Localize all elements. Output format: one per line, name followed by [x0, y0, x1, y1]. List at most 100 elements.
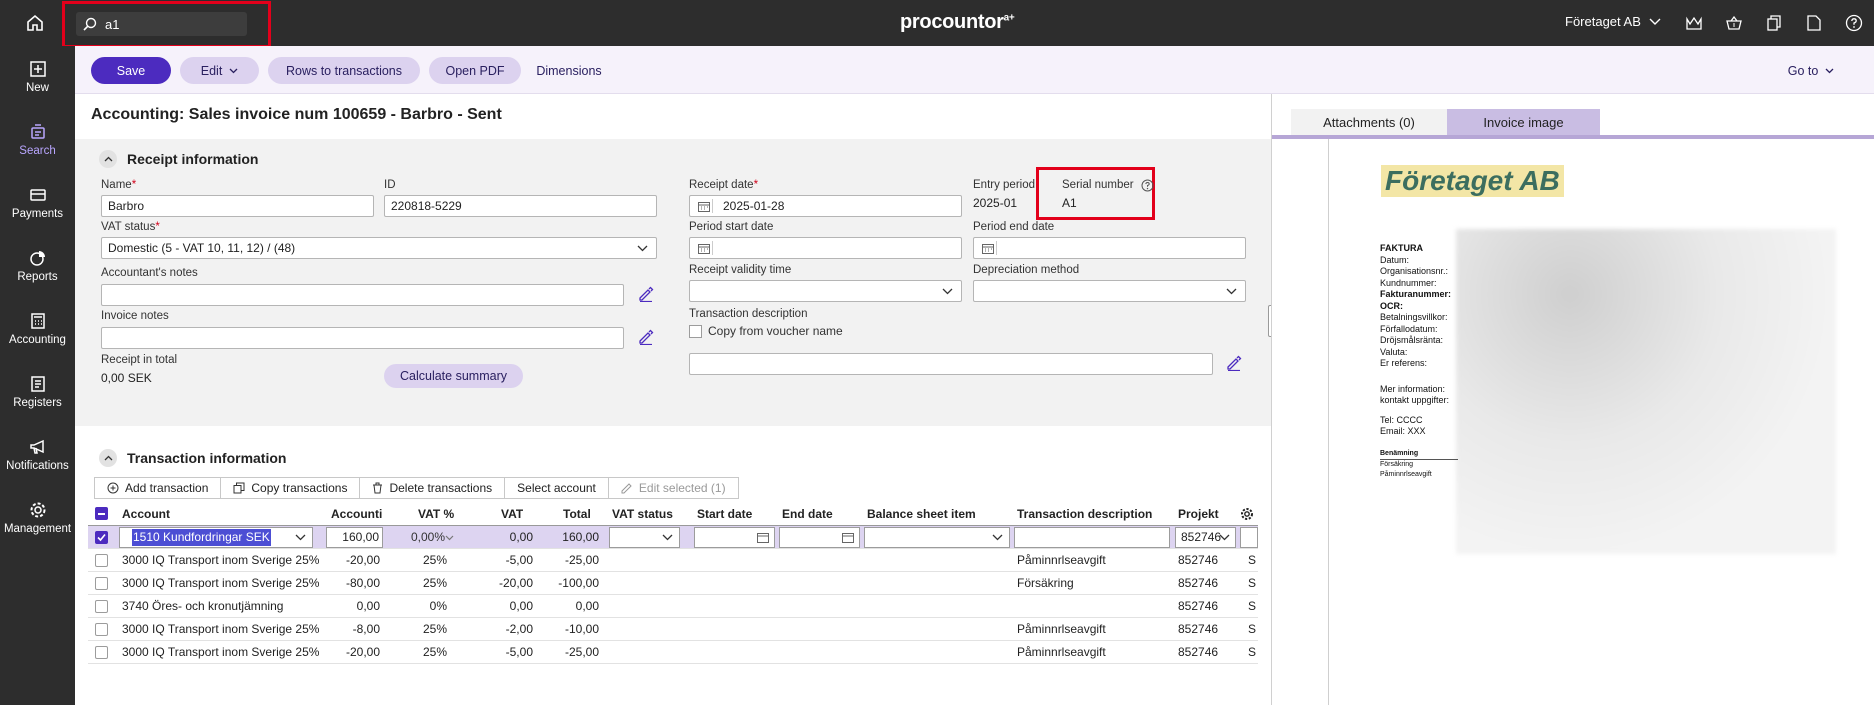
transaction-description-input[interactable]: [1014, 527, 1170, 548]
nav-reports[interactable]: Reports: [0, 237, 75, 295]
col-accounti[interactable]: Accounti: [331, 503, 382, 526]
invoice-notes-field[interactable]: [101, 327, 624, 349]
table-row[interactable]: 3740 Öres- och kronutjämning 0,00 0% 0,0…: [88, 595, 1258, 618]
document-icon[interactable]: [1803, 12, 1825, 34]
validity-select[interactable]: [689, 280, 962, 302]
open-pdf-button[interactable]: Open PDF: [429, 57, 521, 84]
edit-button[interactable]: Edit: [180, 57, 259, 84]
description-cell: Påminnrlseavgift: [1017, 553, 1106, 567]
table-row[interactable]: 3000 IQ Transport inom Sverige 25% -20,0…: [88, 641, 1258, 664]
table-row-selected[interactable]: 1510 Kundfordringar SEK 160,00 0,00% 0,0…: [88, 526, 1258, 549]
transaction-section-header[interactable]: Transaction information: [99, 449, 286, 467]
start-date-input[interactable]: [694, 527, 775, 548]
table-row[interactable]: 3000 IQ Transport inom Sverige 25% -80,0…: [88, 572, 1258, 595]
select-account-button[interactable]: Select account: [505, 478, 609, 498]
serial-number-label: Serial number: [1062, 179, 1134, 191]
col-vat-status[interactable]: VAT status: [612, 503, 673, 526]
period-start-field[interactable]: [689, 237, 962, 259]
delete-transactions-button[interactable]: Delete transactions: [360, 478, 506, 498]
row-checkbox[interactable]: [95, 600, 108, 613]
entry-period-value: 2025-01: [973, 196, 1018, 210]
vat-pct-cell: 25%: [422, 645, 447, 659]
col-end-date[interactable]: End date: [782, 503, 833, 526]
vat-status-select[interactable]: Domestic (5 - VAT 10, 11, 12) / (48): [101, 237, 657, 259]
calendar-icon[interactable]: [757, 532, 769, 543]
top-bar: procountora+ Företaget AB: [0, 0, 1874, 48]
col-balance-sheet-item[interactable]: Balance sheet item: [867, 503, 976, 526]
copy-transactions-button[interactable]: Copy transactions: [221, 478, 361, 498]
collapse-icon[interactable]: [99, 449, 117, 467]
help-icon[interactable]: [1843, 12, 1865, 34]
search-box[interactable]: [76, 12, 247, 36]
depreciation-select[interactable]: [973, 280, 1246, 302]
name-field[interactable]: Barbro: [101, 195, 374, 217]
help-icon[interactable]: [1141, 179, 1154, 192]
row-checkbox[interactable]: [95, 531, 108, 544]
pencil-icon[interactable]: [1226, 355, 1242, 371]
projekt-select[interactable]: 852746: [1175, 527, 1236, 548]
dimensions-button[interactable]: Dimensions: [529, 57, 609, 84]
select-all-checkbox[interactable]: [95, 507, 108, 520]
tab-attachments[interactable]: Attachments (0): [1291, 109, 1447, 135]
nav-management[interactable]: Management: [0, 489, 75, 547]
go-to-button[interactable]: Go to: [1781, 57, 1841, 84]
tab-invoice-image[interactable]: Invoice image: [1447, 109, 1600, 135]
crown-icon[interactable]: [1683, 12, 1705, 34]
vat-pct-cell[interactable]: 0,00%: [394, 526, 454, 549]
row-checkbox[interactable]: [95, 577, 108, 590]
receipt-date-field[interactable]: 2025-01-28: [689, 195, 962, 217]
search-input[interactable]: [105, 16, 235, 32]
nav-payments[interactable]: Payments: [0, 174, 75, 232]
transaction-description-field[interactable]: [689, 353, 1213, 375]
register-icon: [30, 376, 45, 392]
col-start-date[interactable]: Start date: [697, 503, 752, 526]
nav-accounting[interactable]: Accounting: [0, 300, 75, 358]
copy-icon[interactable]: [1763, 12, 1785, 34]
receipt-section-header[interactable]: Receipt information: [99, 150, 258, 168]
extra-column-input[interactable]: [1240, 527, 1258, 548]
calendar-icon[interactable]: [698, 201, 710, 212]
calculate-summary-button[interactable]: Calculate summary: [384, 364, 523, 388]
edit-selected-button[interactable]: Edit selected (1): [609, 478, 738, 498]
nav-search[interactable]: Search: [0, 111, 75, 169]
col-vat[interactable]: VAT: [501, 503, 523, 526]
row-checkbox[interactable]: [95, 554, 108, 567]
id-field[interactable]: 220818-5229: [384, 195, 657, 217]
gear-icon[interactable]: [1240, 507, 1254, 521]
pencil-icon[interactable]: [638, 329, 654, 345]
nav-registers[interactable]: Registers: [0, 363, 75, 421]
receipt-information-section: Receipt information Name* Barbro ID 2208…: [75, 139, 1271, 426]
col-vat-pct[interactable]: VAT %: [418, 503, 454, 526]
calendar-icon[interactable]: [698, 243, 710, 254]
add-transaction-button[interactable]: Add transaction: [95, 478, 222, 498]
accountants-notes-field[interactable]: [101, 284, 624, 306]
row-checkbox[interactable]: [95, 646, 108, 659]
col-transaction-description[interactable]: Transaction description: [1017, 503, 1152, 526]
calendar-icon[interactable]: [982, 243, 994, 254]
amount-input[interactable]: 160,00: [326, 527, 383, 548]
period-end-field[interactable]: [973, 237, 1246, 259]
balance-sheet-select[interactable]: [864, 527, 1010, 548]
rows-to-transactions-button[interactable]: Rows to transactions: [268, 57, 420, 84]
end-date-input[interactable]: [779, 527, 860, 548]
vat-pct-cell: 25%: [422, 553, 447, 567]
nav-new[interactable]: New: [0, 48, 75, 106]
table-row[interactable]: 3000 IQ Transport inom Sverige 25% -20,0…: [88, 549, 1258, 572]
home-button[interactable]: [0, 0, 70, 46]
nav-notifications[interactable]: Notifications: [0, 426, 75, 484]
row-checkbox[interactable]: [95, 623, 108, 636]
pencil-icon[interactable]: [638, 286, 654, 302]
table-row[interactable]: 3000 IQ Transport inom Sverige 25% -8,00…: [88, 618, 1258, 641]
calendar-icon[interactable]: [842, 532, 854, 543]
company-selector[interactable]: Företaget AB: [1565, 14, 1661, 29]
save-button[interactable]: Save: [91, 57, 171, 84]
col-projekt[interactable]: Projekt: [1178, 503, 1219, 526]
copy-voucher-checkbox[interactable]: [689, 325, 702, 338]
megaphone-icon: [29, 439, 44, 454]
col-total[interactable]: Total: [563, 503, 591, 526]
basket-icon[interactable]: [1723, 12, 1745, 34]
col-account[interactable]: Account: [122, 503, 170, 526]
account-select[interactable]: 1510 Kundfordringar SEK: [119, 527, 313, 548]
vat-status-select[interactable]: [609, 527, 680, 548]
collapse-icon[interactable]: [99, 150, 117, 168]
